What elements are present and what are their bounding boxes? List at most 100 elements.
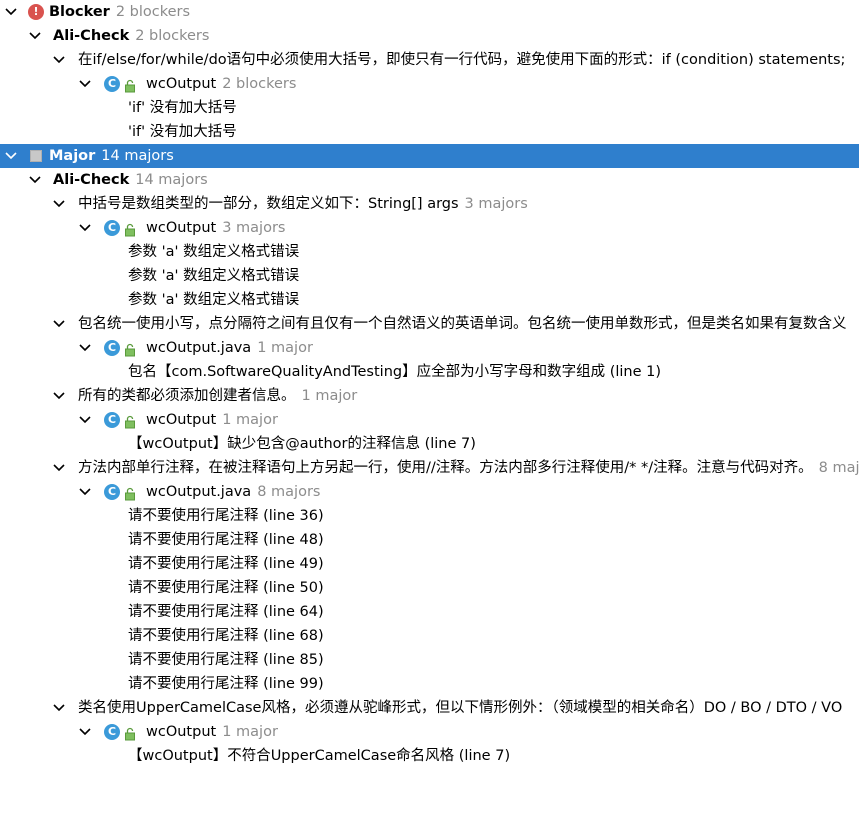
tree-node[interactable]: 类名使用UpperCamelCase风格，必须遵从驼峰形式，但以下情形例外：（领… <box>0 696 859 720</box>
major-square-icon <box>30 150 42 162</box>
tree-node[interactable]: Major 14 majors <box>0 144 859 168</box>
label-text: Major <box>49 148 96 164</box>
count-badge: 14 majors <box>135 172 208 188</box>
node-label: wcOutput 2 blockers <box>146 72 296 96</box>
tree-node[interactable]: Ali-Check 14 majors <box>0 168 859 192</box>
problem-text: 请不要使用行尾注释 (line 48) <box>128 528 324 552</box>
problem-text: 请不要使用行尾注释 (line 99) <box>128 672 324 696</box>
count-badge: 2 blockers <box>115 4 191 20</box>
problem-text: 【wcOutput】缺少包含@author的注释信息 (line 7) <box>128 432 476 456</box>
problem-item[interactable]: 【wcOutput】不符合UpperCamelCase命名风格 (line 7) <box>0 744 859 768</box>
label-text: 请不要使用行尾注释 (line 68) <box>128 628 324 644</box>
chevron-down-icon[interactable] <box>52 456 66 480</box>
label-text: wcOutput <box>146 412 217 428</box>
tree-node[interactable]: Ali-Check 2 blockers <box>0 24 859 48</box>
problem-item[interactable]: 请不要使用行尾注释 (line 50) <box>0 576 859 600</box>
problem-item[interactable]: 请不要使用行尾注释 (line 49) <box>0 552 859 576</box>
problem-item[interactable]: 参数 'a' 数组定义格式错误 <box>0 288 859 312</box>
problem-item[interactable]: 'if' 没有加大括号 <box>0 96 859 120</box>
chevron-down-icon[interactable] <box>78 336 92 360</box>
class-icon: C <box>104 412 120 428</box>
tree-node[interactable]: CwcOutput.java 1 major <box>0 336 859 360</box>
label-text: 类名使用UpperCamelCase风格，必须遵从驼峰形式，但以下情形例外：（领… <box>78 700 843 716</box>
tree-node[interactable]: CwcOutput 3 majors <box>0 216 859 240</box>
problem-text: 包名【com.SoftwareQualityAndTesting】应全部为小写字… <box>128 360 661 384</box>
problem-item[interactable]: 参数 'a' 数组定义格式错误 <box>0 240 859 264</box>
tree-node[interactable]: 在if/else/for/while/do语句中必须使用大括号，即使只有一行代码… <box>0 48 859 72</box>
problem-item[interactable]: 包名【com.SoftwareQualityAndTesting】应全部为小写字… <box>0 360 859 384</box>
chevron-down-icon[interactable] <box>78 408 92 432</box>
tree-node[interactable]: CwcOutput 2 blockers <box>0 72 859 96</box>
label-text: 请不要使用行尾注释 (line 36) <box>128 508 324 524</box>
label-text: 请不要使用行尾注释 (line 48) <box>128 532 324 548</box>
label-text: 请不要使用行尾注释 (line 64) <box>128 604 324 620</box>
problem-text: 请不要使用行尾注释 (line 50) <box>128 576 324 600</box>
label-text: 参数 'a' 数组定义格式错误 <box>128 244 300 260</box>
problem-text: 参数 'a' 数组定义格式错误 <box>128 240 299 264</box>
chevron-down-icon[interactable] <box>78 72 92 96</box>
label-text: 方法内部单行注释，在被注释语句上方另起一行，使用//注释。方法内部多行注释使用/… <box>78 460 813 476</box>
problem-item[interactable]: 请不要使用行尾注释 (line 85) <box>0 648 859 672</box>
chevron-down-icon[interactable] <box>4 0 18 24</box>
label-text: 请不要使用行尾注释 (line 99) <box>128 676 324 692</box>
tree-node[interactable]: 中括号是数组类型的一部分，数组定义如下：String[] args 3 major… <box>0 192 859 216</box>
lock-icon <box>124 485 136 501</box>
label-text: wcOutput <box>146 220 217 236</box>
class-icon: C <box>104 484 120 500</box>
lock-icon <box>124 413 136 429</box>
label-text: Ali-Check <box>53 28 130 44</box>
tree-node[interactable]: CwcOutput 1 major <box>0 720 859 744</box>
problem-item[interactable]: 【wcOutput】缺少包含@author的注释信息 (line 7) <box>0 432 859 456</box>
chevron-down-icon[interactable] <box>78 480 92 504</box>
chevron-down-icon[interactable] <box>78 216 92 240</box>
problem-text: 请不要使用行尾注释 (line 64) <box>128 600 324 624</box>
node-label: Ali-Check 2 blockers <box>53 24 209 48</box>
node-label: wcOutput.java 8 majors <box>146 480 320 504</box>
problem-item[interactable]: 请不要使用行尾注释 (line 68) <box>0 624 859 648</box>
label-text: 'if' 没有加大括号 <box>128 124 237 140</box>
lock-icon <box>124 221 136 237</box>
tree-node[interactable]: CwcOutput.java 8 majors <box>0 480 859 504</box>
label-text: wcOutput.java <box>146 340 252 356</box>
chevron-down-icon[interactable] <box>4 144 18 168</box>
chevron-down-icon[interactable] <box>52 696 66 720</box>
label-text: Ali-Check <box>53 172 130 188</box>
count-badge: 1 major <box>257 340 313 356</box>
class-icon: C <box>104 76 120 92</box>
label-text: 'if' 没有加大括号 <box>128 100 237 116</box>
chevron-down-icon[interactable] <box>52 384 66 408</box>
label-text: wcOutput.java <box>146 484 252 500</box>
chevron-down-icon[interactable] <box>52 192 66 216</box>
chevron-down-icon[interactable] <box>78 720 92 744</box>
tree-node[interactable]: 方法内部单行注释，在被注释语句上方另起一行，使用//注释。方法内部多行注释使用/… <box>0 456 859 480</box>
tree-node[interactable]: 所有的类都必须添加创建者信息。 1 major <box>0 384 859 408</box>
label-text: 所有的类都必须添加创建者信息。 <box>78 388 296 404</box>
problem-text: 参数 'a' 数组定义格式错误 <box>128 288 299 312</box>
node-label: wcOutput 1 major <box>146 408 278 432</box>
count-badge: 3 majors <box>464 196 528 212</box>
problem-item[interactable]: 请不要使用行尾注释 (line 64) <box>0 600 859 624</box>
chevron-down-icon[interactable] <box>28 168 42 192</box>
chevron-down-icon[interactable] <box>52 48 66 72</box>
problem-text: 参数 'a' 数组定义格式错误 <box>128 264 299 288</box>
count-badge: 3 majors <box>222 220 286 236</box>
problem-item[interactable]: 'if' 没有加大括号 <box>0 120 859 144</box>
problem-text: 请不要使用行尾注释 (line 68) <box>128 624 324 648</box>
problem-item[interactable]: 请不要使用行尾注释 (line 48) <box>0 528 859 552</box>
chevron-down-icon[interactable] <box>28 24 42 48</box>
tree-node[interactable]: CwcOutput 1 major <box>0 408 859 432</box>
label-text: 中括号是数组类型的一部分，数组定义如下：String[] args <box>78 196 459 212</box>
tree-node[interactable]: ! Blocker 2 blockers <box>0 0 859 24</box>
error-icon: ! <box>28 4 44 20</box>
count-badge: 8 majors <box>257 484 321 500</box>
label-text: 参数 'a' 数组定义格式错误 <box>128 268 300 284</box>
class-icon: C <box>104 220 120 236</box>
problem-item[interactable]: 请不要使用行尾注释 (line 36) <box>0 504 859 528</box>
node-label: wcOutput.java 1 major <box>146 336 313 360</box>
chevron-down-icon[interactable] <box>52 312 66 336</box>
problem-text: 'if' 没有加大括号 <box>128 96 237 120</box>
tree-node[interactable]: 包名统一使用小写，点分隔符之间有且仅有一个自然语义的英语单词。包名统一使用单数形… <box>0 312 859 336</box>
problem-item[interactable]: 请不要使用行尾注释 (line 99) <box>0 672 859 696</box>
problem-item[interactable]: 参数 'a' 数组定义格式错误 <box>0 264 859 288</box>
label-text: wcOutput <box>146 724 217 740</box>
